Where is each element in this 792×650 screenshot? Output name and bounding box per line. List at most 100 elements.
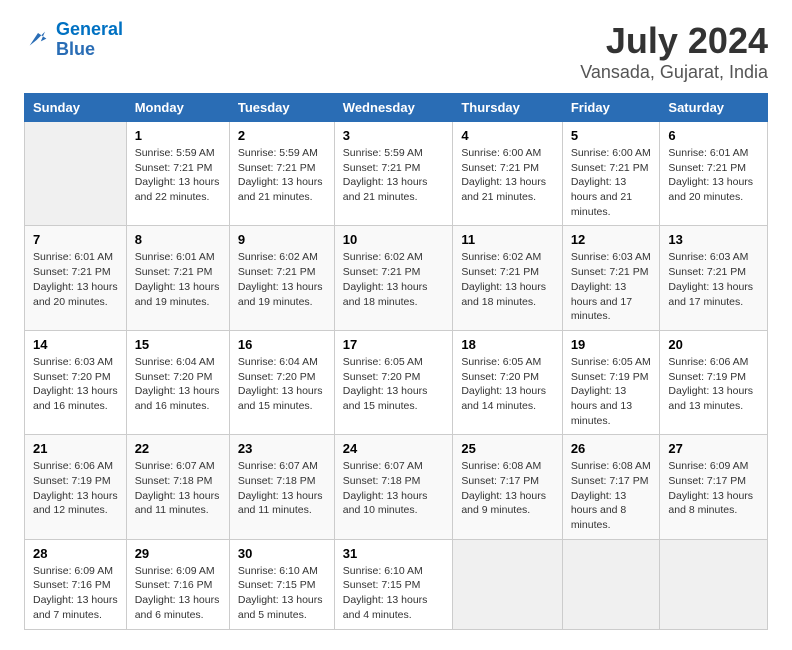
- day-number: 8: [135, 232, 221, 247]
- calendar-cell: [25, 122, 127, 226]
- day-info: Sunrise: 5:59 AM Sunset: 7:21 PM Dayligh…: [238, 146, 326, 205]
- day-info: Sunrise: 6:09 AM Sunset: 7:17 PM Dayligh…: [668, 459, 759, 518]
- daylight-text: Daylight: 13 hours and 8 minutes.: [571, 489, 652, 533]
- header-monday: Monday: [126, 94, 229, 122]
- sunset-text: Sunset: 7:20 PM: [33, 370, 118, 385]
- day-info: Sunrise: 6:03 AM Sunset: 7:20 PM Dayligh…: [33, 355, 118, 414]
- daylight-text: Daylight: 13 hours and 8 minutes.: [668, 489, 759, 518]
- day-number: 4: [461, 128, 553, 143]
- daylight-text: Daylight: 13 hours and 14 minutes.: [461, 384, 553, 413]
- daylight-text: Daylight: 13 hours and 11 minutes.: [238, 489, 326, 518]
- day-info: Sunrise: 6:08 AM Sunset: 7:17 PM Dayligh…: [461, 459, 553, 518]
- day-number: 13: [668, 232, 759, 247]
- header-wednesday: Wednesday: [334, 94, 453, 122]
- day-info: Sunrise: 6:03 AM Sunset: 7:21 PM Dayligh…: [668, 250, 759, 309]
- daylight-text: Daylight: 13 hours and 13 minutes.: [571, 384, 652, 428]
- daylight-text: Daylight: 13 hours and 19 minutes.: [238, 280, 326, 309]
- sunset-text: Sunset: 7:21 PM: [571, 161, 652, 176]
- header-saturday: Saturday: [660, 94, 768, 122]
- day-info: Sunrise: 6:03 AM Sunset: 7:21 PM Dayligh…: [571, 250, 652, 323]
- calendar-cell: 8 Sunrise: 6:01 AM Sunset: 7:21 PM Dayli…: [126, 226, 229, 330]
- sunrise-text: Sunrise: 6:07 AM: [238, 459, 326, 474]
- daylight-text: Daylight: 13 hours and 20 minutes.: [668, 175, 759, 204]
- calendar-week-row-5: 28 Sunrise: 6:09 AM Sunset: 7:16 PM Dayl…: [25, 539, 768, 629]
- sunrise-text: Sunrise: 6:01 AM: [33, 250, 118, 265]
- logo-text: General Blue: [56, 20, 123, 60]
- sunrise-text: Sunrise: 6:10 AM: [343, 564, 445, 579]
- calendar-cell: 2 Sunrise: 5:59 AM Sunset: 7:21 PM Dayli…: [229, 122, 334, 226]
- sunset-text: Sunset: 7:21 PM: [571, 265, 652, 280]
- sunset-text: Sunset: 7:21 PM: [343, 161, 445, 176]
- daylight-text: Daylight: 13 hours and 6 minutes.: [135, 593, 221, 622]
- day-number: 2: [238, 128, 326, 143]
- calendar-cell: 3 Sunrise: 5:59 AM Sunset: 7:21 PM Dayli…: [334, 122, 453, 226]
- calendar-cell: 30 Sunrise: 6:10 AM Sunset: 7:15 PM Dayl…: [229, 539, 334, 629]
- sunrise-text: Sunrise: 6:07 AM: [135, 459, 221, 474]
- day-number: 15: [135, 337, 221, 352]
- day-info: Sunrise: 6:02 AM Sunset: 7:21 PM Dayligh…: [238, 250, 326, 309]
- daylight-text: Daylight: 13 hours and 15 minutes.: [238, 384, 326, 413]
- day-info: Sunrise: 6:06 AM Sunset: 7:19 PM Dayligh…: [668, 355, 759, 414]
- daylight-text: Daylight: 13 hours and 18 minutes.: [461, 280, 553, 309]
- day-number: 7: [33, 232, 118, 247]
- day-info: Sunrise: 6:01 AM Sunset: 7:21 PM Dayligh…: [135, 250, 221, 309]
- day-info: Sunrise: 6:04 AM Sunset: 7:20 PM Dayligh…: [238, 355, 326, 414]
- daylight-text: Daylight: 13 hours and 19 minutes.: [135, 280, 221, 309]
- logo: General Blue: [24, 20, 123, 60]
- sunset-text: Sunset: 7:21 PM: [135, 161, 221, 176]
- daylight-text: Daylight: 13 hours and 16 minutes.: [33, 384, 118, 413]
- day-number: 27: [668, 441, 759, 456]
- calendar-cell: 5 Sunrise: 6:00 AM Sunset: 7:21 PM Dayli…: [562, 122, 660, 226]
- calendar-cell: 7 Sunrise: 6:01 AM Sunset: 7:21 PM Dayli…: [25, 226, 127, 330]
- sunset-text: Sunset: 7:21 PM: [461, 265, 553, 280]
- page-title: July 2024: [580, 20, 768, 62]
- sunset-text: Sunset: 7:19 PM: [571, 370, 652, 385]
- sunrise-text: Sunrise: 6:05 AM: [343, 355, 445, 370]
- calendar-cell: 29 Sunrise: 6:09 AM Sunset: 7:16 PM Dayl…: [126, 539, 229, 629]
- sunset-text: Sunset: 7:18 PM: [238, 474, 326, 489]
- sunset-text: Sunset: 7:17 PM: [461, 474, 553, 489]
- day-number: 28: [33, 546, 118, 561]
- day-info: Sunrise: 6:10 AM Sunset: 7:15 PM Dayligh…: [343, 564, 445, 623]
- sunrise-text: Sunrise: 6:09 AM: [135, 564, 221, 579]
- daylight-text: Daylight: 13 hours and 12 minutes.: [33, 489, 118, 518]
- day-number: 12: [571, 232, 652, 247]
- sunset-text: Sunset: 7:15 PM: [343, 578, 445, 593]
- calendar-cell: [453, 539, 562, 629]
- sunset-text: Sunset: 7:20 PM: [461, 370, 553, 385]
- sunset-text: Sunset: 7:20 PM: [238, 370, 326, 385]
- day-info: Sunrise: 6:05 AM Sunset: 7:20 PM Dayligh…: [343, 355, 445, 414]
- daylight-text: Daylight: 13 hours and 21 minutes.: [461, 175, 553, 204]
- calendar-cell: 21 Sunrise: 6:06 AM Sunset: 7:19 PM Dayl…: [25, 435, 127, 539]
- day-number: 1: [135, 128, 221, 143]
- sunrise-text: Sunrise: 6:01 AM: [135, 250, 221, 265]
- daylight-text: Daylight: 13 hours and 13 minutes.: [668, 384, 759, 413]
- sunset-text: Sunset: 7:19 PM: [668, 370, 759, 385]
- calendar-cell: 4 Sunrise: 6:00 AM Sunset: 7:21 PM Dayli…: [453, 122, 562, 226]
- calendar-cell: 12 Sunrise: 6:03 AM Sunset: 7:21 PM Dayl…: [562, 226, 660, 330]
- day-info: Sunrise: 6:09 AM Sunset: 7:16 PM Dayligh…: [135, 564, 221, 623]
- day-info: Sunrise: 6:07 AM Sunset: 7:18 PM Dayligh…: [343, 459, 445, 518]
- day-info: Sunrise: 6:07 AM Sunset: 7:18 PM Dayligh…: [135, 459, 221, 518]
- day-info: Sunrise: 6:10 AM Sunset: 7:15 PM Dayligh…: [238, 564, 326, 623]
- daylight-text: Daylight: 13 hours and 11 minutes.: [135, 489, 221, 518]
- day-info: Sunrise: 6:05 AM Sunset: 7:20 PM Dayligh…: [461, 355, 553, 414]
- sunset-text: Sunset: 7:15 PM: [238, 578, 326, 593]
- day-info: Sunrise: 6:01 AM Sunset: 7:21 PM Dayligh…: [33, 250, 118, 309]
- day-info: Sunrise: 6:08 AM Sunset: 7:17 PM Dayligh…: [571, 459, 652, 532]
- day-number: 22: [135, 441, 221, 456]
- sunrise-text: Sunrise: 6:09 AM: [33, 564, 118, 579]
- header-sunday: Sunday: [25, 94, 127, 122]
- calendar-cell: 6 Sunrise: 6:01 AM Sunset: 7:21 PM Dayli…: [660, 122, 768, 226]
- day-info: Sunrise: 6:06 AM Sunset: 7:19 PM Dayligh…: [33, 459, 118, 518]
- sunset-text: Sunset: 7:20 PM: [135, 370, 221, 385]
- calendar-cell: [562, 539, 660, 629]
- sunrise-text: Sunrise: 5:59 AM: [238, 146, 326, 161]
- sunset-text: Sunset: 7:18 PM: [343, 474, 445, 489]
- sunrise-text: Sunrise: 5:59 AM: [343, 146, 445, 161]
- daylight-text: Daylight: 13 hours and 7 minutes.: [33, 593, 118, 622]
- daylight-text: Daylight: 13 hours and 15 minutes.: [343, 384, 445, 413]
- sunrise-text: Sunrise: 6:08 AM: [461, 459, 553, 474]
- sunrise-text: Sunrise: 6:01 AM: [668, 146, 759, 161]
- calendar-week-row-2: 7 Sunrise: 6:01 AM Sunset: 7:21 PM Dayli…: [25, 226, 768, 330]
